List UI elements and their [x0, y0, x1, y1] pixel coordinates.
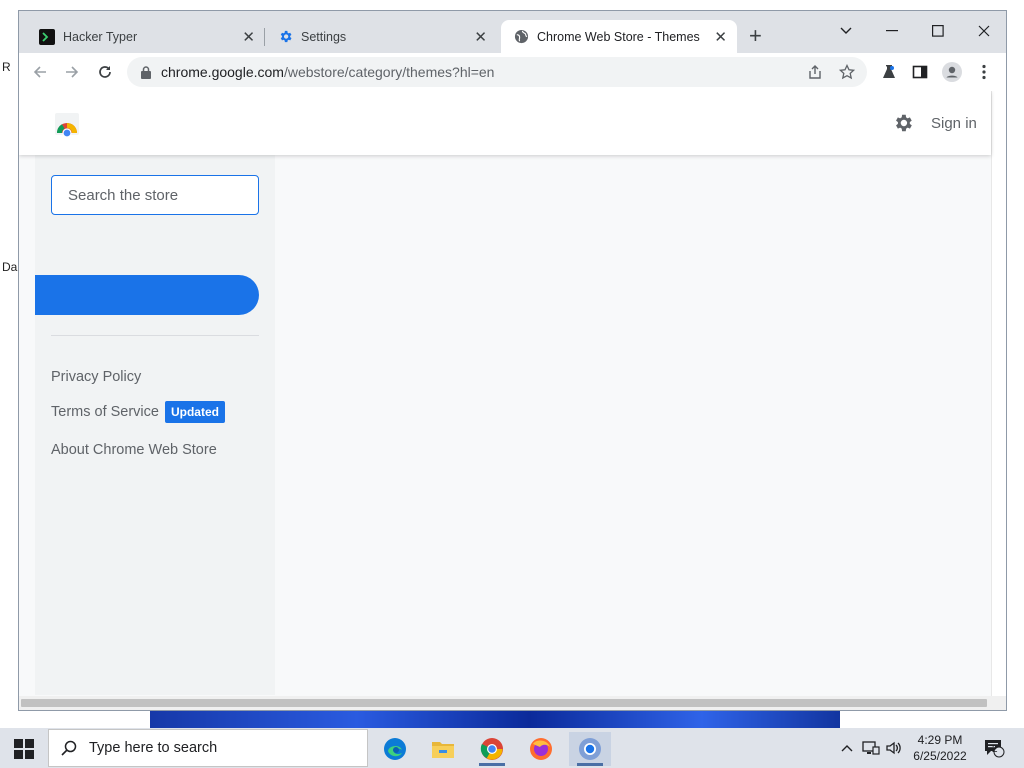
terms-of-service-link[interactable]: Terms of Service: [51, 404, 159, 420]
bookmark-star-icon[interactable]: [839, 64, 855, 80]
system-clock[interactable]: 4:29 PM 6/25/2022: [905, 732, 975, 764]
tab-separator: [264, 28, 265, 46]
side-panel-icon[interactable]: [910, 62, 930, 82]
tab-web-store-themes[interactable]: Chrome Web Store - Themes ✕: [501, 20, 737, 53]
updated-badge: Updated: [164, 401, 225, 423]
close-tab-icon[interactable]: ✕: [242, 28, 255, 46]
globe-icon: [513, 29, 529, 45]
minimize-icon[interactable]: [869, 17, 915, 45]
profile-avatar-icon[interactable]: [942, 62, 962, 82]
sign-in-link[interactable]: Sign in: [931, 115, 977, 132]
url-text: chrome.google.com/webstore/category/them…: [161, 64, 494, 80]
new-tab-button[interactable]: +: [749, 25, 762, 47]
horizontal-scrollbar[interactable]: [19, 696, 1006, 710]
share-icon[interactable]: [807, 64, 823, 80]
clock-time: 4:29 PM: [917, 733, 963, 747]
tab-strip: Hacker Typer ✕ Settings ✕ Chrome Web Sto…: [19, 11, 1006, 53]
maximize-icon[interactable]: [915, 17, 961, 45]
store-header: Sign in: [19, 91, 991, 155]
network-icon[interactable]: [861, 738, 881, 758]
privacy-policy-link[interactable]: Privacy Policy: [51, 369, 141, 385]
address-bar[interactable]: chrome.google.com/webstore/category/them…: [127, 57, 867, 87]
category-themes-selected[interactable]: [35, 275, 259, 315]
browser-toolbar: chrome.google.com/webstore/category/them…: [19, 53, 1006, 91]
url-domain: chrome.google.com: [161, 64, 284, 80]
labs-flask-icon[interactable]: [879, 62, 899, 82]
reload-icon[interactable]: [94, 61, 116, 83]
settings-gear-icon[interactable]: [892, 112, 914, 134]
tab-title: Hacker Typer: [63, 29, 138, 44]
gear-icon: [277, 29, 293, 45]
more-menu-icon[interactable]: [974, 62, 994, 82]
windows-start-icon[interactable]: [14, 739, 34, 759]
terms-row: Terms of Service Updated: [51, 401, 225, 423]
taskbar-search-placeholder: Type here to search: [89, 740, 218, 756]
taskbar-search-box[interactable]: Type here to search: [48, 729, 368, 767]
firefox-icon[interactable]: [520, 732, 562, 766]
chrome-web-store-logo[interactable]: [53, 111, 81, 138]
tab-title: Chrome Web Store - Themes: [537, 29, 700, 44]
show-hidden-icons-chevron-icon[interactable]: [838, 738, 856, 758]
volume-icon[interactable]: [884, 738, 904, 758]
desktop-icons-peek: R Da: [2, 60, 18, 274]
about-web-store-link[interactable]: About Chrome Web Store: [51, 442, 217, 458]
notification-center-icon[interactable]: 2: [980, 738, 1008, 758]
store-sidebar: Privacy Policy Terms of Service Updated A…: [35, 155, 275, 695]
windows-taskbar: Type here to search 4:29 PM 6/25/2022 2: [0, 728, 1024, 768]
chrome-active-window-icon[interactable]: [569, 732, 611, 766]
tab-settings[interactable]: Settings ✕: [267, 20, 497, 53]
tab-title: Settings: [301, 29, 347, 44]
file-explorer-icon[interactable]: [422, 732, 464, 766]
edge-icon[interactable]: [374, 732, 416, 766]
back-icon[interactable]: [29, 61, 51, 83]
lock-icon[interactable]: [139, 65, 153, 79]
url-path: /webstore/category/themes?hl=en: [283, 64, 495, 80]
browser-window: Hacker Typer ✕ Settings ✕ Chrome Web Sto…: [18, 10, 1007, 711]
tab-search-chevron-icon[interactable]: [823, 17, 869, 45]
chrome-icon[interactable]: [471, 732, 513, 766]
close-tab-icon[interactable]: ✕: [714, 28, 727, 46]
store-search-input[interactable]: [51, 175, 259, 215]
close-window-icon[interactable]: [961, 17, 1007, 45]
vertical-scrollbar[interactable]: [991, 91, 1006, 696]
wallpaper: [150, 708, 840, 730]
horizontal-scrollbar-thumb[interactable]: [21, 699, 987, 707]
tab-hacker-typer[interactable]: Hacker Typer ✕: [29, 20, 265, 53]
terminal-icon: [39, 28, 55, 45]
clock-date: 6/25/2022: [913, 749, 967, 763]
web-store-page: Sign in Privacy Policy Terms of Service U…: [19, 91, 1006, 696]
forward-icon[interactable]: [61, 61, 83, 83]
notification-count: 2: [992, 744, 998, 755]
search-icon: [61, 740, 77, 756]
sidebar-divider: [51, 335, 259, 336]
close-tab-icon[interactable]: ✕: [474, 28, 487, 46]
